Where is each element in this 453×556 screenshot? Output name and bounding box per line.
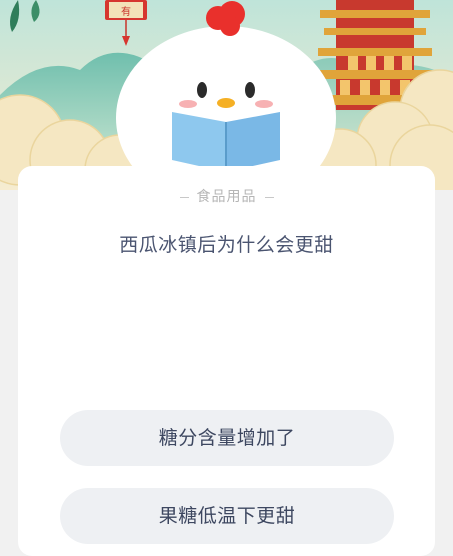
header-illustration: 有	[0, 0, 453, 190]
answer-option-2[interactable]: 果糖低温下更甜	[60, 488, 394, 544]
answer-option-1[interactable]: 糖分含量增加了	[60, 410, 394, 466]
category-label: 食品用品	[196, 189, 257, 205]
plaque-text: 有	[121, 5, 131, 18]
question-category: 食品用品	[18, 186, 435, 206]
question-text: 西瓜冰镇后为什么会更甜	[119, 234, 334, 256]
divider	[179, 196, 189, 198]
divider	[264, 196, 274, 198]
question-card: 食品用品 西瓜冰镇后为什么会更甜 糖分含量增加了 果糖低温下更甜	[18, 166, 435, 556]
